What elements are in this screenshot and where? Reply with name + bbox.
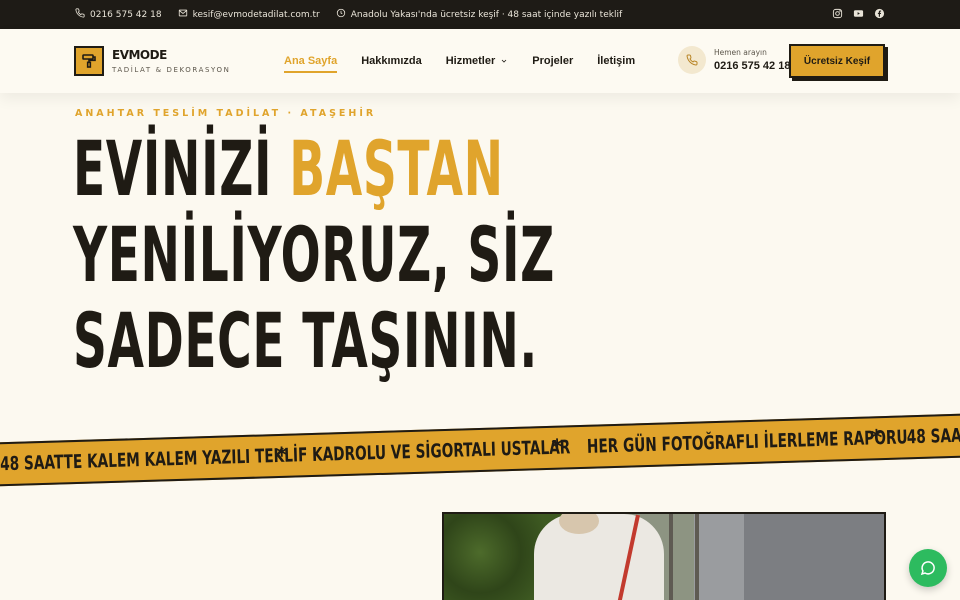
chevron-down-icon [501, 59, 507, 63]
nav-item-about[interactable]: Hakkımızda [361, 55, 422, 67]
topbar-email[interactable]: kesif@evmodetadilat.com.tr [178, 8, 320, 21]
site-header: EVMODE TADİLAT & DEKORASYON Ana Sayfa Ha… [0, 29, 960, 93]
brand-name: EVMODE [112, 47, 167, 62]
nav-item-services-label: Hizmetler [445, 55, 496, 67]
whatsapp-button[interactable] [909, 549, 947, 587]
social-links [832, 8, 885, 22]
phone-icon [678, 46, 706, 74]
clock-icon [336, 8, 351, 21]
phone-icon [75, 8, 90, 21]
headline-line2: YENİLİYORUZ, SİZ [73, 210, 555, 299]
hero-eyebrow: ANAHTAR TESLİM TADİLAT · ATAŞEHİR [75, 108, 377, 119]
topbar-email-text: kesif@evmodetadilat.com.tr [192, 9, 320, 20]
headline-line3: SADECE TAŞININ. [73, 296, 538, 385]
ticker-message: 48 SAATTE KALEM KALEM YAZILI TEKLİF [906, 417, 960, 449]
nav-item-contact[interactable]: İletişim [597, 55, 635, 67]
main-nav: Ana Sayfa Hakkımızda Hizmetler Projeler … [284, 29, 659, 93]
topbar-phone[interactable]: 0216 575 42 18 [75, 8, 162, 21]
mail-icon [178, 8, 193, 21]
call-number: 0216 575 42 18 [714, 60, 791, 72]
headline-line1-accent: BAŞTAN [289, 124, 504, 213]
brand-tagline: TADİLAT & DEKORASYON [112, 65, 231, 74]
call-block[interactable]: Hemen arayın 0216 575 42 18 [678, 46, 790, 74]
whatsapp-icon [920, 561, 935, 576]
free-survey-button[interactable]: Ücretsiz Keşif [789, 44, 885, 78]
top-bar: 0216 575 42 18 kesif@evmodetadilat.com.t… [0, 0, 960, 29]
hero-headline: EVİNİZİ BAŞTAN YENİLİYORUZ, SİZ SADECE T… [73, 126, 555, 384]
ticker-message: 48 SAATTE KALEM KALEM YAZILI TEKLİF [0, 444, 308, 476]
topbar-notice: Anadolu Yakası'nda ücretsiz keşif · 48 s… [336, 8, 622, 21]
hero-photo [442, 512, 886, 600]
nav-item-projects[interactable]: Projeler [532, 55, 573, 67]
ticker-message: HER GÜN FOTOĞRAFLI İLERLEME RAPORU [586, 426, 908, 458]
headline-line1-a: EVİNİZİ [73, 124, 290, 213]
ticker-banner: 48 SAATTE KALEM KALEM YAZILI TEKLİF * KA… [0, 413, 960, 487]
youtube-icon[interactable] [853, 8, 864, 22]
topbar-notice-text: Anadolu Yakası'nda ücretsiz keşif · 48 s… [350, 9, 623, 20]
paint-roller-icon [74, 46, 104, 76]
site-logo[interactable]: EVMODE TADİLAT & DEKORASYON [74, 46, 230, 76]
call-label: Hemen arayın [714, 48, 767, 57]
ticker-message: KADROLU VE SİGORTALI USTALAR [311, 436, 571, 466]
nav-item-services[interactable]: Hizmetler [446, 55, 509, 67]
topbar-phone-text: 0216 575 42 18 [90, 9, 162, 20]
instagram-icon[interactable] [832, 8, 843, 22]
facebook-icon[interactable] [874, 8, 885, 22]
nav-item-home[interactable]: Ana Sayfa [284, 55, 338, 73]
